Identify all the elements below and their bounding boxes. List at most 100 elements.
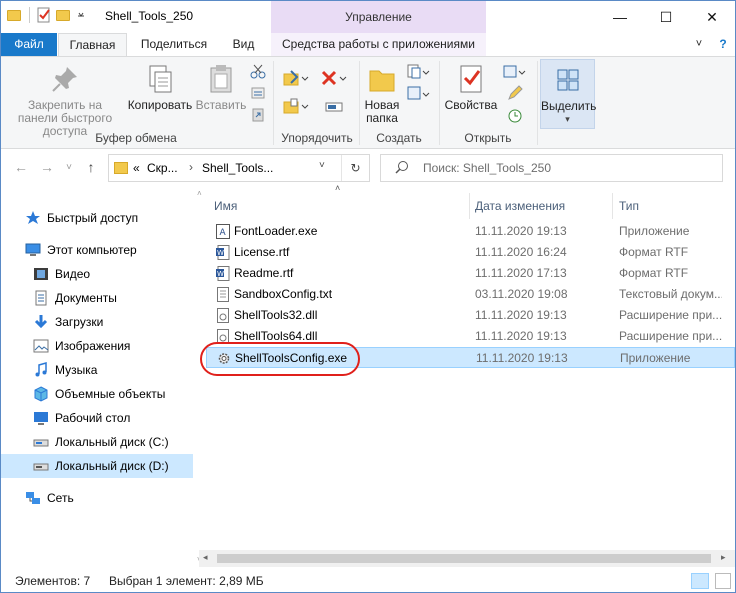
nav-item-downloads[interactable]: Загрузки bbox=[1, 310, 193, 334]
minimize-button[interactable]: — bbox=[597, 1, 643, 33]
file-name: ShellTools32.dll bbox=[234, 308, 318, 322]
scroll-left-icon[interactable]: ◂ bbox=[203, 552, 208, 563]
folder-icon[interactable] bbox=[7, 7, 23, 23]
nav-label: Локальный диск (C:) bbox=[55, 435, 169, 449]
new-folder-button[interactable]: Новая папка bbox=[361, 63, 403, 125]
rtf-icon: W bbox=[216, 266, 230, 281]
file-date: 11.11.2020 19:13 bbox=[475, 224, 567, 238]
properties-check-icon[interactable] bbox=[36, 7, 52, 23]
file-type: Формат RTF bbox=[619, 266, 689, 280]
scroll-up-icon[interactable]: ˄ bbox=[197, 189, 202, 198]
delete-button[interactable] bbox=[319, 69, 349, 92]
context-tab-band: Управление bbox=[271, 1, 486, 33]
new-folder-icon[interactable] bbox=[56, 7, 72, 23]
nav-item-documents[interactable]: Документы bbox=[1, 286, 193, 310]
highlight-circle bbox=[200, 342, 360, 376]
search-icon bbox=[395, 160, 409, 177]
item-count: Элементов: 7 bbox=[15, 574, 91, 588]
selection-info: Выбран 1 элемент: 2,89 МБ bbox=[109, 574, 264, 588]
chevron-down-icon[interactable]: ˅ bbox=[319, 160, 325, 171]
file-date: 11.11.2020 17:13 bbox=[475, 266, 567, 280]
up-arrow-icon[interactable]: ↑ bbox=[81, 159, 101, 175]
column-divider[interactable] bbox=[469, 193, 470, 219]
open-button[interactable] bbox=[501, 63, 529, 84]
help-icon[interactable]: ? bbox=[713, 33, 733, 56]
nav-scrollbar[interactable]: ˄ ˅ bbox=[196, 189, 206, 569]
nav-item-drive-d[interactable]: Локальный диск (D:) bbox=[1, 454, 193, 478]
tab-app-tools[interactable]: Средства работы с приложениями bbox=[271, 33, 486, 56]
back-arrow-icon[interactable]: ← bbox=[11, 159, 31, 175]
column-divider[interactable] bbox=[612, 193, 613, 219]
table-row[interactable]: ShellTools32.dll 11.11.2020 19:13 Расшир… bbox=[206, 305, 735, 326]
nav-item-3d-objects[interactable]: Объемные объекты bbox=[1, 382, 193, 406]
edit-icon bbox=[508, 85, 523, 100]
pin-button[interactable]: Закрепить на панели быстрого доступа bbox=[7, 63, 123, 138]
move-to-button[interactable] bbox=[281, 69, 311, 92]
nav-item-images[interactable]: Изображения bbox=[1, 334, 193, 358]
rename-button[interactable] bbox=[319, 97, 349, 120]
organize-group-label: Упорядочить bbox=[281, 131, 353, 145]
search-input[interactable]: Поиск: Shell_Tools_250 bbox=[380, 154, 723, 182]
copy-to-button[interactable] bbox=[281, 97, 311, 120]
horizontal-scrollbar[interactable]: ◂ ▸ bbox=[199, 550, 735, 567]
nav-item-video[interactable]: Видео bbox=[1, 262, 193, 286]
cut-button[interactable] bbox=[249, 63, 267, 82]
scroll-thumb[interactable] bbox=[217, 554, 711, 563]
new-item-button[interactable] bbox=[405, 63, 433, 84]
nav-item-network[interactable]: Сеть bbox=[1, 486, 193, 510]
properties-label: Свойства bbox=[444, 98, 498, 112]
breadcrumb-screenshots[interactable]: Скр... bbox=[147, 161, 178, 175]
column-header-name[interactable]: Имя bbox=[214, 193, 237, 219]
properties-button[interactable]: Свойства bbox=[441, 63, 501, 112]
tab-share[interactable]: Поделиться bbox=[131, 33, 217, 56]
tab-file[interactable]: Файл bbox=[1, 33, 57, 56]
star-icon bbox=[25, 210, 41, 226]
chevron-down-icon[interactable]: ˅ bbox=[689, 33, 709, 56]
paste-button[interactable]: Вставить bbox=[195, 63, 247, 112]
table-row[interactable]: W License.rtf 11.11.2020 16:24 Формат RT… bbox=[206, 242, 735, 263]
select-button[interactable]: Выделить ▾ bbox=[540, 59, 596, 129]
maximize-button[interactable]: ☐ bbox=[643, 1, 689, 33]
nav-label: Быстрый доступ bbox=[47, 211, 139, 225]
scroll-right-icon[interactable]: ▸ bbox=[721, 552, 726, 563]
dll-icon bbox=[216, 308, 230, 323]
nav-item-drive-c[interactable]: Локальный диск (C:) bbox=[1, 430, 193, 454]
images-icon bbox=[33, 338, 49, 354]
details-view-icon[interactable] bbox=[691, 573, 709, 589]
tab-view[interactable]: Вид bbox=[221, 33, 266, 56]
history-button[interactable] bbox=[501, 107, 529, 128]
nav-item-music[interactable]: Музыка bbox=[1, 358, 193, 382]
copy-button[interactable]: Копировать bbox=[127, 63, 193, 112]
tab-home[interactable]: Главная bbox=[58, 33, 127, 56]
column-header-type[interactable]: Тип bbox=[619, 193, 639, 219]
nav-item-desktop[interactable]: Рабочий стол bbox=[1, 406, 193, 430]
nav-label: Этот компьютер bbox=[47, 243, 137, 257]
file-date: 11.11.2020 16:24 bbox=[475, 245, 567, 259]
sort-arrow-icon: ˄ bbox=[335, 183, 341, 193]
thumbnail-view-icon[interactable] bbox=[715, 573, 731, 589]
breadcrumb-shell-tools[interactable]: Shell_Tools... bbox=[202, 161, 273, 175]
recent-chevron-icon[interactable]: ˅ bbox=[59, 162, 79, 173]
easy-access-button[interactable] bbox=[405, 85, 433, 106]
refresh-icon[interactable]: ↻ bbox=[341, 155, 369, 181]
nav-item-this-pc[interactable]: Этот компьютер bbox=[1, 238, 193, 262]
file-date: 11.11.2020 19:13 bbox=[475, 308, 567, 322]
nav-item-quick-access[interactable]: Быстрый доступ bbox=[1, 206, 193, 230]
paste-shortcut-button[interactable] bbox=[249, 107, 267, 126]
forward-arrow-icon[interactable]: → bbox=[37, 159, 57, 175]
paste-shortcut-icon bbox=[252, 108, 264, 122]
close-button[interactable]: ✕ bbox=[689, 1, 735, 33]
navigation-pane: Быстрый доступ Этот компьютер Видео Доку… bbox=[1, 189, 196, 569]
copy-path-button[interactable] bbox=[249, 85, 267, 104]
chevron-down-icon[interactable] bbox=[76, 7, 86, 23]
music-icon bbox=[33, 362, 49, 378]
breadcrumb-overflow[interactable]: « bbox=[133, 161, 140, 175]
edit-button[interactable] bbox=[501, 85, 529, 106]
address-bar[interactable]: « Скр... › Shell_Tools... ˅ ↻ bbox=[108, 154, 370, 182]
table-row[interactable]: W Readme.rtf 11.11.2020 17:13 Формат RTF bbox=[206, 263, 735, 284]
svg-text:W: W bbox=[217, 249, 224, 257]
column-header-date[interactable]: Дата изменения bbox=[475, 193, 565, 219]
table-row[interactable]: SandboxConfig.txt 03.11.2020 19:08 Текст… bbox=[206, 284, 735, 305]
table-row[interactable]: A FontLoader.exe 11.11.2020 19:13 Прилож… bbox=[206, 221, 735, 242]
quick-access-toolbar bbox=[7, 7, 86, 23]
